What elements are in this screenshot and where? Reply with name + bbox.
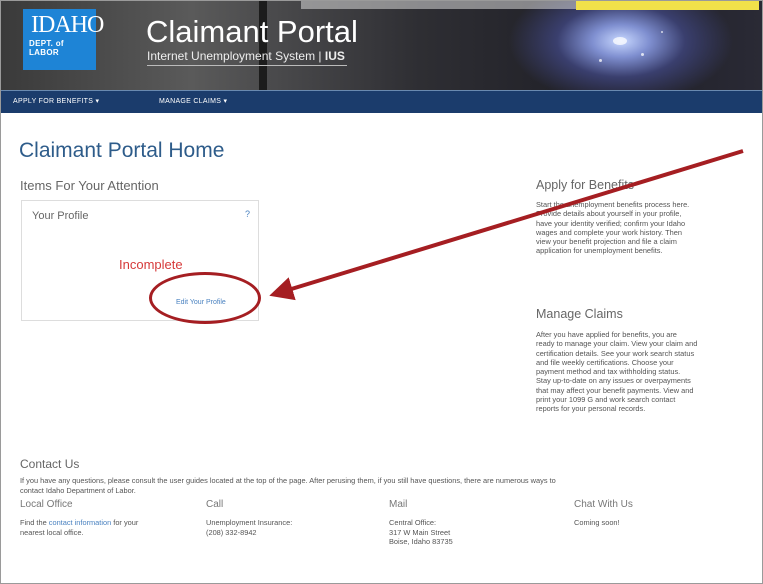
annotation-arrow-line <box>269 149 744 301</box>
page-frame: IDAHO DEPT. of LABOR Claimant Portal Int… <box>0 0 763 584</box>
annotation-arrow <box>269 149 744 301</box>
